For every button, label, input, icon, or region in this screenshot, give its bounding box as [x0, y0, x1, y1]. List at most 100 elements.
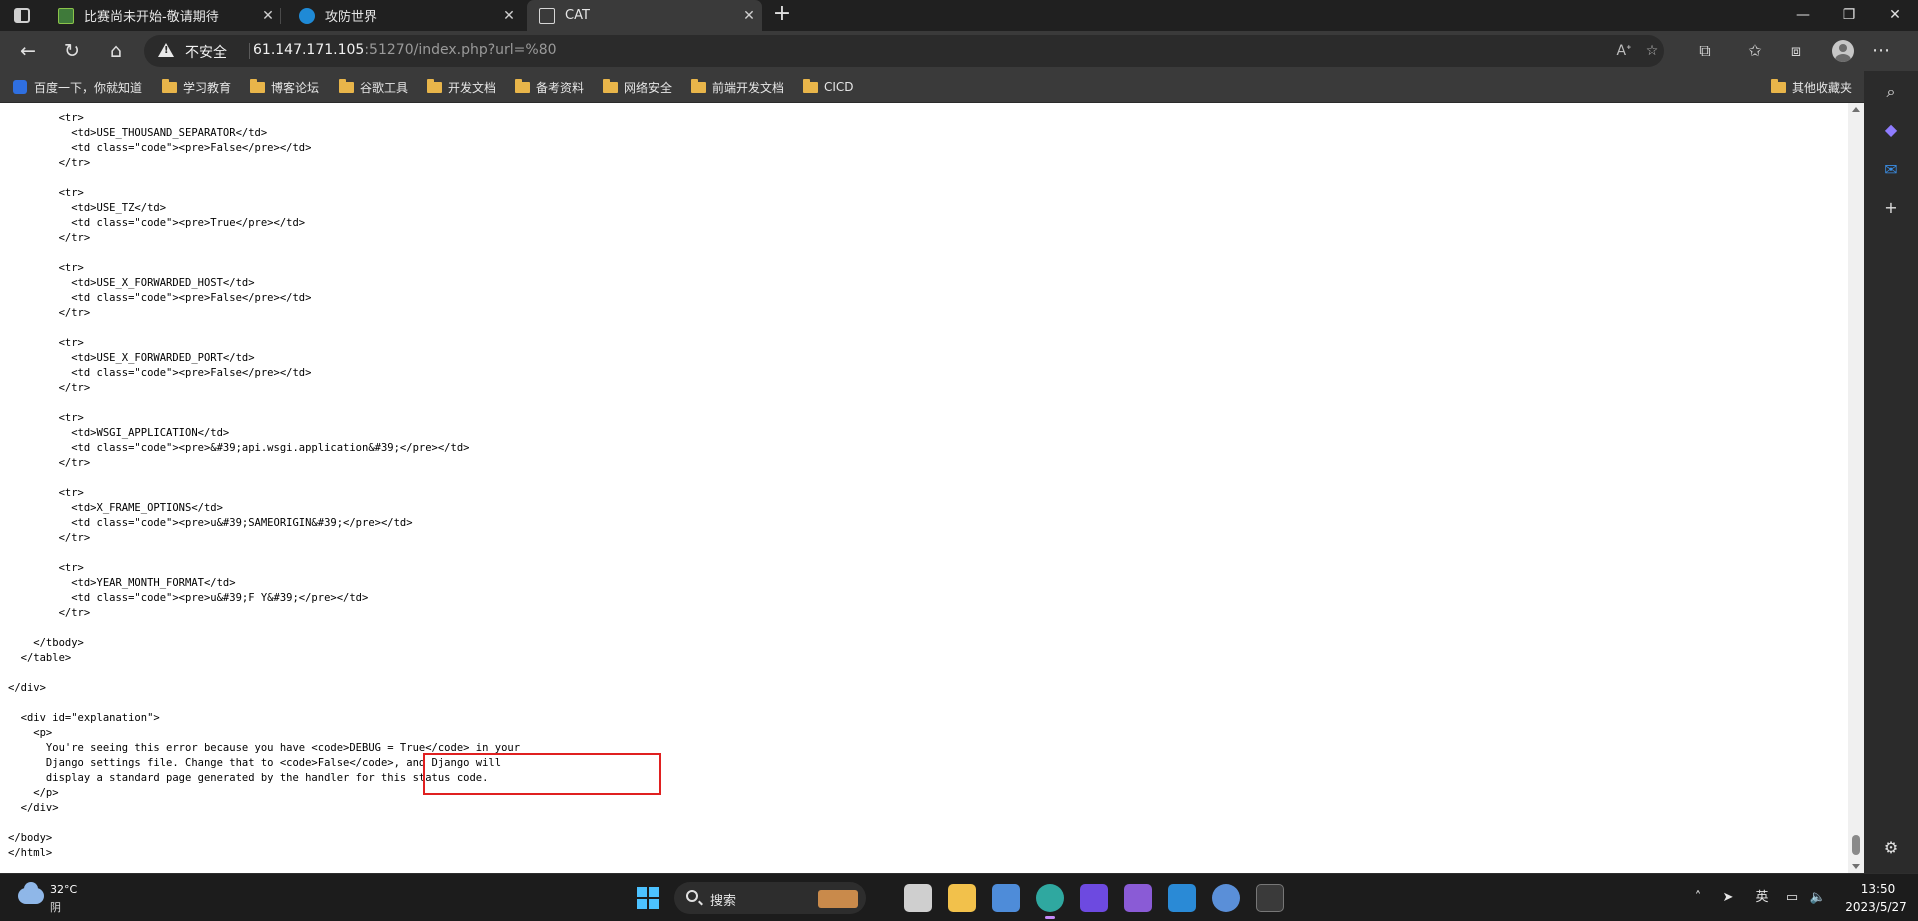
bookmark-baidu[interactable]: 百度一下，你就知道	[13, 71, 142, 103]
microsoft-store-icon[interactable]	[992, 884, 1020, 912]
file-explorer-icon[interactable]	[948, 884, 976, 912]
more-menu-icon[interactable]: ⋯	[1870, 40, 1892, 62]
source-line: <div id="explanation">	[8, 712, 160, 724]
new-tab-button[interactable]: +	[770, 3, 794, 27]
close-icon[interactable]: ✕	[496, 8, 522, 24]
search-icon	[686, 890, 698, 902]
source-line: <p>	[8, 727, 53, 739]
home-button[interactable]: ⌂	[102, 37, 130, 65]
source-line	[8, 321, 520, 336]
html-source-view: <tr> <td>USE_THOUSAND_SEPARATOR</td> <td…	[8, 111, 520, 861]
extensions-icon[interactable]: ⧉	[1694, 40, 1716, 62]
favorites-icon[interactable]: ✩	[1744, 40, 1766, 62]
source-line	[8, 471, 520, 486]
source-line	[8, 396, 520, 411]
maximize-button[interactable]: ❐	[1826, 0, 1872, 31]
tab-cat[interactable]: CAT ✕	[527, 0, 762, 31]
add-icon[interactable]: +	[1880, 197, 1902, 219]
terminal-icon[interactable]	[1256, 884, 1284, 912]
copilot-icon[interactable]: ◆	[1880, 119, 1902, 141]
tab-adworld[interactable]: 攻防世界 ✕	[287, 0, 522, 31]
bookmark-folder-dev-docs[interactable]: 开发文档	[427, 71, 496, 103]
tab-strip: 比赛尚未开始-敬请期待 ✕ 攻防世界 ✕ CAT ✕ + — ❐ ✕	[0, 0, 1918, 31]
warning-icon[interactable]	[158, 43, 174, 57]
visual-studio-icon[interactable]	[1124, 884, 1152, 912]
chevron-up-icon[interactable]: ˄	[1688, 888, 1708, 908]
windows-taskbar: 32°C 阴 搜索 ˄ ➤ 英 ▭ 🔈 13:50 2023/5/27	[0, 873, 1918, 921]
bookmarks-bar: 百度一下，你就知道 学习教育 博客论坛 谷歌工具 开发文档 备考资料 网络安全 …	[0, 71, 1918, 103]
edge-icon[interactable]	[1036, 884, 1064, 919]
clock-date[interactable]: 2023/5/27	[1840, 900, 1912, 914]
source-line	[8, 696, 520, 711]
source-line: <td>X_FRAME_OPTIONS</td>	[8, 502, 223, 514]
bookmark-folder-security[interactable]: 网络安全	[603, 71, 672, 103]
source-line: </tr>	[8, 457, 91, 469]
minimize-button[interactable]: —	[1780, 0, 1826, 31]
tab-actions-icon[interactable]	[14, 8, 30, 23]
folder-icon	[339, 78, 354, 93]
read-aloud-icon[interactable]: Aᐩ	[1614, 41, 1634, 61]
source-line: <tr>	[8, 112, 84, 124]
source-line	[8, 666, 520, 681]
source-line: </tr>	[8, 382, 91, 394]
source-line	[8, 816, 520, 831]
close-icon[interactable]: ✕	[255, 8, 281, 24]
bookmark-folder-study[interactable]: 学习教育	[162, 71, 231, 103]
location-icon[interactable]: ➤	[1718, 888, 1738, 908]
bookmark-folder-frontend[interactable]: 前端开发文档	[691, 71, 784, 103]
weather-description[interactable]: 阴	[50, 899, 61, 915]
source-line: <td class="code"><pre>True</pre></td>	[8, 217, 306, 229]
source-line	[8, 246, 520, 261]
source-line: <tr>	[8, 487, 84, 499]
bookmark-folder-other[interactable]: 其他收藏夹	[1771, 71, 1852, 103]
collections-icon[interactable]: ⧈	[1785, 40, 1807, 62]
security-label[interactable]: 不安全	[185, 42, 227, 62]
taskbar-search[interactable]: 搜索	[674, 882, 866, 914]
close-window-button[interactable]: ✕	[1872, 0, 1918, 31]
search-icon[interactable]: ⌕	[1880, 81, 1902, 103]
chrome-icon[interactable]	[1212, 884, 1240, 912]
outlook-icon[interactable]: ✉	[1880, 159, 1902, 181]
url-text[interactable]: 61.147.171.105:51270/index.php?url=%80	[253, 42, 557, 58]
source-line	[8, 621, 520, 636]
bookmark-folder-exam[interactable]: 备考资料	[515, 71, 584, 103]
vscode-icon[interactable]	[1168, 884, 1196, 912]
network-icon[interactable]: ▭	[1782, 888, 1802, 908]
tab-competition[interactable]: 比赛尚未开始-敬请期待 ✕	[46, 0, 281, 31]
baidu-icon	[13, 80, 27, 94]
bookmark-folder-blogs[interactable]: 博客论坛	[250, 71, 319, 103]
address-bar[interactable]: 不安全 61.147.171.105:51270/index.php?url=%…	[144, 35, 1664, 67]
source-line	[8, 171, 520, 186]
source-line: <td>USE_X_FORWARDED_PORT</td>	[8, 352, 255, 364]
volume-icon[interactable]: 🔈	[1808, 888, 1828, 908]
scroll-thumb[interactable]	[1852, 835, 1860, 855]
browser-toolbar: ← ↻ ⌂ 不安全 61.147.171.105:51270/index.php…	[0, 31, 1918, 71]
back-button[interactable]: ←	[14, 37, 42, 65]
source-line: <tr>	[8, 412, 84, 424]
bolt-app-icon[interactable]	[1080, 884, 1108, 912]
bookmark-folder-google-tools[interactable]: 谷歌工具	[339, 71, 408, 103]
add-favorite-icon[interactable]: ☆	[1642, 41, 1662, 61]
red-highlight-annotation	[423, 753, 661, 795]
search-highlight-icon	[818, 890, 858, 908]
task-view-icon[interactable]	[904, 884, 932, 912]
clock-time[interactable]: 13:50	[1848, 882, 1908, 896]
start-button[interactable]	[637, 887, 659, 909]
cloud-icon[interactable]	[18, 882, 44, 904]
source-line: <td class="code"><pre>False</pre></td>	[8, 142, 312, 154]
refresh-button[interactable]: ↻	[58, 37, 86, 65]
scroll-down-icon[interactable]	[1852, 864, 1860, 869]
gear-icon[interactable]: ⚙	[1880, 837, 1902, 859]
source-line: <td class="code"><pre>u&#39;SAMEORIGIN&#…	[8, 517, 413, 529]
source-line: </div>	[8, 682, 46, 694]
bookmark-folder-cicd[interactable]: CICD	[803, 71, 854, 103]
scroll-up-icon[interactable]	[1852, 107, 1860, 112]
close-icon[interactable]: ✕	[736, 8, 762, 24]
source-line: <td class="code"><pre>&#39;api.wsgi.appl…	[8, 442, 470, 454]
source-line: <td>USE_TZ</td>	[8, 202, 167, 214]
folder-icon	[250, 78, 265, 93]
vertical-scrollbar[interactable]	[1848, 103, 1864, 873]
input-method-indicator[interactable]: 英	[1752, 888, 1772, 908]
weather-temperature[interactable]: 32°C	[50, 883, 77, 896]
profile-avatar[interactable]	[1832, 40, 1854, 62]
